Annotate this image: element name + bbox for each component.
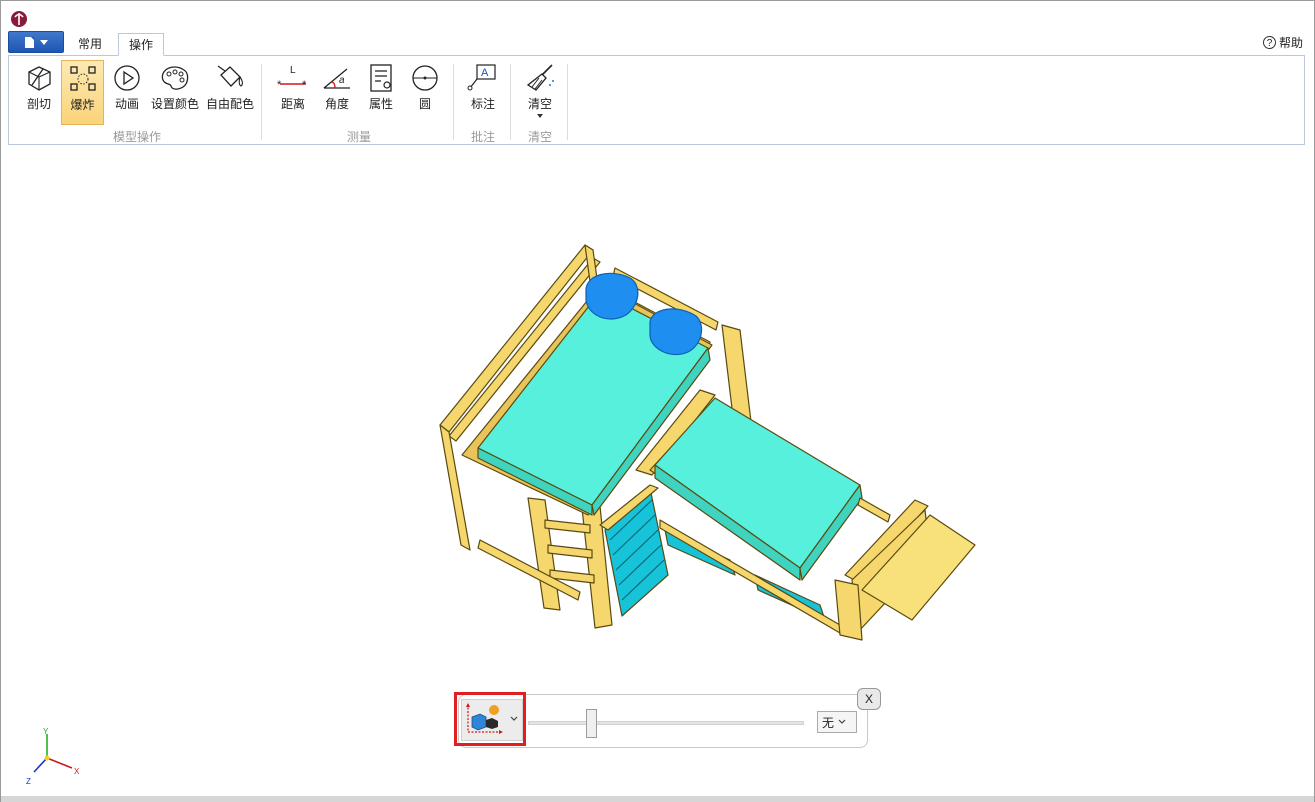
group-label-measure: 测量 [346,130,371,144]
axis-triad: Y X Z [26,727,80,786]
tab-operate[interactable]: 操作 [118,33,165,56]
section-tool-label: 剖切 [26,97,51,111]
chevron-down-icon[interactable] [510,716,518,722]
circle-tool-label: 圆 [418,97,431,111]
markup-tool-label: 标注 [470,97,495,111]
palette-icon [161,66,189,90]
animate-tool-label: 动画 [114,97,139,111]
svg-text:A: A [481,67,489,79]
group-label-annotate: 批注 [470,130,495,144]
tab-home[interactable]: 常用 [68,33,112,55]
paint-bucket-icon [217,65,243,87]
angle-tool-button[interactable]: a 角度 [319,60,355,124]
explode-slider-track[interactable] [528,721,804,725]
property-sheet-icon [370,64,392,92]
status-strip [1,796,1314,802]
markup-tool-button[interactable]: A 标注 [465,60,501,124]
markup-annotation-icon: A [467,64,496,91]
angle-tool-label: 角度 [324,97,349,111]
angle-icon: a [323,68,350,89]
dropdown-caret-icon [39,39,48,45]
bunk-bed-model[interactable] [439,244,976,641]
explode-slider-thumb[interactable] [586,709,598,738]
explode-tool-label: 爆炸 [70,98,95,112]
ribbon-panel: 剖切 爆炸 动画 设置颜色 自由配色 模型操作 L * * 距离 a 角度 属性… [8,55,1305,145]
help-label: 帮助 [1278,36,1303,50]
axis-label-x: X [74,767,80,776]
axis-label-y: Y [43,727,49,736]
explode-mode-icon [466,703,503,734]
chevron-down-icon [838,719,846,724]
svg-text:L: L [290,65,296,76]
free-color-tool-label: 自由配色 [205,97,254,111]
help-icon: ? [1262,36,1276,49]
clear-dropdown-caret-icon [537,114,543,118]
explode-axis-select[interactable]: 无 [817,711,857,733]
explode-icon [69,66,96,91]
set-color-tool-label: 设置颜色 [150,97,199,111]
distance-tool-label: 距离 [280,97,305,111]
axis-label-z: Z [26,777,31,786]
group-label-model-ops: 模型操作 [112,130,161,144]
play-icon [114,65,140,91]
document-icon [24,36,34,48]
section-cut-icon [28,66,51,91]
group-separator [261,64,262,140]
section-tool-button[interactable]: 剖切 [19,60,59,124]
group-separator [510,64,511,140]
circle-tool-button[interactable]: 圆 [407,60,443,124]
clear-tool-label: 清空 [527,97,552,111]
circle-measure-icon [412,65,438,91]
help-button[interactable]: ? 帮助 [1262,34,1303,51]
svg-text:*: * [277,79,282,91]
free-color-tool-button[interactable]: 自由配色 [205,60,255,124]
x-axis-line [46,757,73,769]
broom-icon [526,64,554,91]
animate-tool-button[interactable]: 动画 [108,60,146,124]
explode-tool-button[interactable]: 爆炸 [61,60,104,125]
close-panel-button[interactable]: X [857,688,881,710]
distance-icon: L * * [277,65,307,91]
clear-tool-button[interactable]: 清空 [521,60,559,124]
distance-tool-button[interactable]: L * * 距离 [275,60,311,124]
property-tool-button[interactable]: 属性 [363,60,399,124]
svg-text:a: a [339,75,345,86]
app-logo-icon [11,11,27,27]
property-tool-label: 属性 [368,97,393,111]
group-separator [567,64,568,140]
group-label-clear: 清空 [527,130,552,144]
z-axis-line [33,757,48,773]
file-menu-button[interactable] [8,31,64,53]
svg-text:*: * [302,79,307,91]
group-separator [453,64,454,140]
axis-select-value: 无 [822,715,835,730]
set-color-tool-button[interactable]: 设置颜色 [150,60,200,124]
